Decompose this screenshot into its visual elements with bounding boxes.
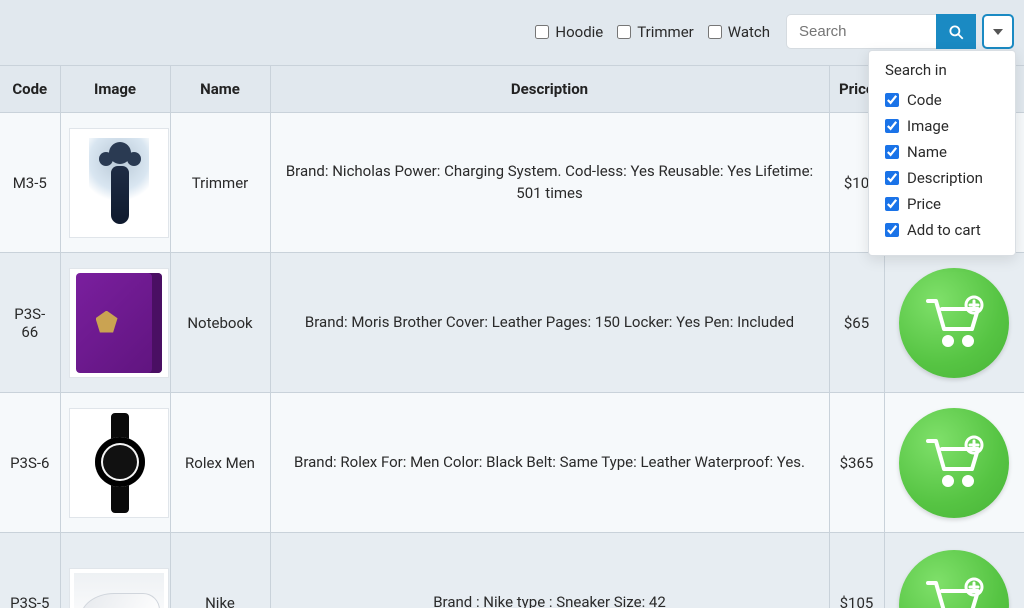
search-options-toggle[interactable] <box>982 14 1014 49</box>
search-in-description[interactable]: Description <box>885 165 999 191</box>
col-header-name[interactable]: Name <box>170 66 270 113</box>
search-in-image[interactable]: Image <box>885 113 999 139</box>
cell-name: Notebook <box>170 253 270 393</box>
product-image <box>69 128 169 238</box>
cell-code: P3S-66 <box>0 253 60 393</box>
cell-price: $65 <box>829 253 884 393</box>
search-in-name[interactable]: Name <box>885 139 999 165</box>
search-cluster <box>786 14 1014 49</box>
product-image <box>69 268 169 378</box>
cell-description: Brand: Rolex For: Men Color: Black Belt:… <box>270 393 829 533</box>
cell-code: P3S-5 <box>0 533 60 608</box>
table-row: P3S-66 Notebook Brand: Moris Brother Cov… <box>0 253 1024 393</box>
col-header-description[interactable]: Description <box>270 66 829 113</box>
product-image <box>69 568 169 608</box>
filter-watch-checkbox[interactable] <box>708 25 722 39</box>
filter-hoodie-label: Hoodie <box>555 23 603 41</box>
col-header-code[interactable]: Code <box>0 66 60 113</box>
filter-trimmer-checkbox[interactable] <box>617 25 631 39</box>
search-in-code-label: Code <box>907 91 942 109</box>
cart-plus-icon <box>922 573 986 608</box>
cell-cart <box>884 533 1024 608</box>
search-in-code-checkbox[interactable] <box>885 93 899 107</box>
filter-trimmer-label: Trimmer <box>637 23 693 41</box>
cell-name: Rolex Men <box>170 393 270 533</box>
filter-watch[interactable]: Watch <box>708 23 770 41</box>
table-row: P3S-6 Rolex Men Brand: Rolex For: Men Co… <box>0 393 1024 533</box>
cell-image <box>60 253 170 393</box>
filter-hoodie-checkbox[interactable] <box>535 25 549 39</box>
search-in-dropdown: Search in Code Image Name Description Pr… <box>868 50 1016 256</box>
search-in-add-to-cart-label: Add to cart <box>907 221 981 239</box>
filter-watch-label: Watch <box>728 23 770 41</box>
trimmer-icon <box>89 138 149 228</box>
search-button[interactable] <box>936 14 976 49</box>
search-in-price-checkbox[interactable] <box>885 197 899 211</box>
add-to-cart-button[interactable] <box>899 550 1009 608</box>
cell-code: M3-5 <box>0 113 60 253</box>
add-to-cart-button[interactable] <box>899 268 1009 378</box>
product-image <box>69 408 169 518</box>
search-in-title: Search in <box>885 61 999 79</box>
search-icon <box>947 23 965 41</box>
cell-description: Brand: Nicholas Power: Charging System. … <box>270 113 829 253</box>
add-to-cart-button[interactable] <box>899 408 1009 518</box>
sneaker-icon <box>74 573 164 608</box>
category-filter-group: Hoodie Trimmer Watch <box>535 23 770 41</box>
cell-image <box>60 393 170 533</box>
search-in-name-checkbox[interactable] <box>885 145 899 159</box>
search-input[interactable] <box>786 14 936 49</box>
cell-price: $105 <box>829 533 884 608</box>
search-in-description-checkbox[interactable] <box>885 171 899 185</box>
cell-image <box>60 533 170 608</box>
search-in-code[interactable]: Code <box>885 87 999 113</box>
notebook-icon <box>76 273 162 373</box>
search-in-description-label: Description <box>907 169 983 187</box>
cell-name: Trimmer <box>170 113 270 253</box>
cart-plus-icon <box>922 431 986 495</box>
search-in-price-label: Price <box>907 195 941 213</box>
search-in-image-label: Image <box>907 117 949 135</box>
cell-cart <box>884 393 1024 533</box>
filter-hoodie[interactable]: Hoodie <box>535 23 603 41</box>
cell-description: Brand : Nike type : Sneaker Size: 42 <box>270 533 829 608</box>
search-in-add-to-cart-checkbox[interactable] <box>885 223 899 237</box>
cell-code: P3S-6 <box>0 393 60 533</box>
search-in-name-label: Name <box>907 143 947 161</box>
watch-icon <box>79 413 159 513</box>
cell-name: Nike <box>170 533 270 608</box>
cell-cart <box>884 253 1024 393</box>
cell-price: $365 <box>829 393 884 533</box>
cart-plus-icon <box>922 291 986 355</box>
table-row: P3S-5 Nike Brand : Nike type : Sneaker S… <box>0 533 1024 608</box>
caret-down-icon <box>993 29 1003 35</box>
search-in-add-to-cart[interactable]: Add to cart <box>885 217 999 243</box>
filter-trimmer[interactable]: Trimmer <box>617 23 693 41</box>
search-in-price[interactable]: Price <box>885 191 999 217</box>
cell-description: Brand: Moris Brother Cover: Leather Page… <box>270 253 829 393</box>
col-header-image[interactable]: Image <box>60 66 170 113</box>
cell-image <box>60 113 170 253</box>
search-in-image-checkbox[interactable] <box>885 119 899 133</box>
